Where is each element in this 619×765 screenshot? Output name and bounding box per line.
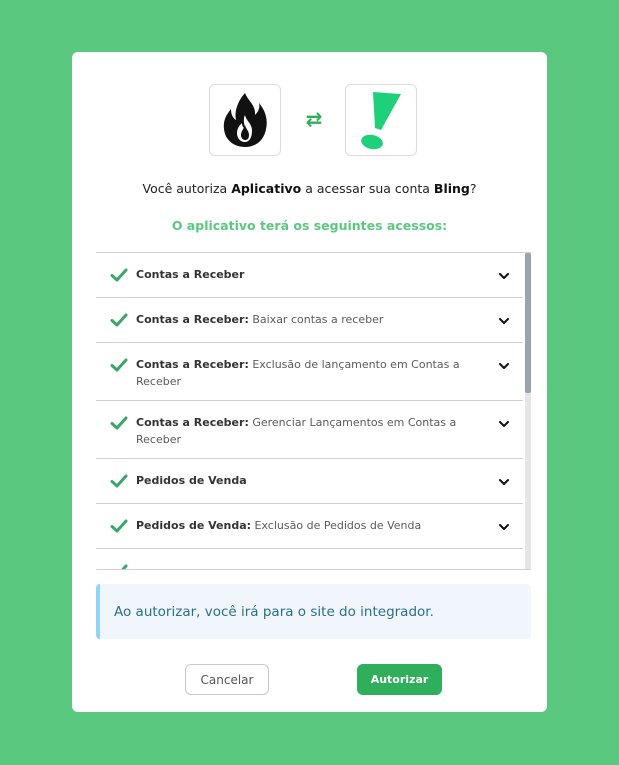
scrollbar[interactable]: [525, 253, 531, 569]
permission-item[interactable]: Pedidos de Venda: Exclusão de Pedidos de…: [96, 504, 523, 549]
authorize-button[interactable]: Autorizar: [357, 664, 442, 695]
permission-item[interactable]: [96, 549, 523, 570]
permission-text: Pedidos de Venda: Exclusão de Pedidos de…: [136, 517, 493, 534]
question-middle: a acessar sua conta: [301, 181, 434, 196]
permission-detail: Exclusão de Pedidos de Venda: [251, 519, 422, 532]
permission-detail: Baixar contas a receber: [248, 313, 384, 326]
chevron-down-icon[interactable]: [497, 359, 511, 373]
info-alert: Ao autorizar, você irá para o site do in…: [96, 584, 531, 639]
chevron-down-icon[interactable]: [497, 417, 511, 431]
cancel-button[interactable]: Cancelar: [185, 664, 269, 695]
question-prefix: Você autoriza: [142, 181, 232, 196]
question-suffix: ?: [469, 181, 477, 196]
authorization-question: Você autoriza Aplicativo a acessar sua c…: [72, 181, 547, 196]
app-logo: [209, 84, 281, 156]
exclamation-logo-icon: [361, 92, 401, 150]
account-name: Bling: [433, 181, 470, 196]
permission-title: Contas a Receber:: [136, 416, 249, 429]
permission-text: Contas a Receber: Baixar contas a recebe…: [136, 311, 493, 328]
permission-title: Pedidos de Venda:: [136, 519, 252, 532]
bling-logo: [345, 84, 417, 156]
permission-title: Pedidos de Venda: [136, 474, 247, 487]
scrollbar-thumb[interactable]: [525, 253, 531, 393]
info-message: Ao autorizar, você irá para o site do in…: [114, 603, 434, 620]
authorization-card: ⇄ Você autoriza Aplicativo a acessar sua…: [72, 52, 547, 712]
permission-text: Pedidos de Venda: [136, 472, 493, 489]
check-icon: [121, 564, 128, 569]
chevron-down-icon[interactable]: [497, 520, 511, 534]
permission-title: Contas a Receber:: [136, 358, 249, 371]
chevron-down-icon[interactable]: [497, 269, 511, 283]
check-icon: [110, 474, 128, 488]
permission-item[interactable]: Contas a Receber: Baixar contas a recebe…: [96, 298, 523, 343]
permissions-list-container[interactable]: Contas a Receber Contas a Receber: Baixar…: [96, 252, 531, 570]
permission-title: Contas a Receber:: [136, 313, 249, 326]
check-icon: [110, 268, 128, 282]
app-name: Aplicativo: [231, 181, 302, 196]
chevron-down-icon[interactable]: [497, 475, 511, 489]
permission-item[interactable]: Contas a Receber: Exclusão de lançamento…: [96, 343, 523, 401]
check-icon: [110, 416, 128, 430]
swap-arrows-icon: ⇄: [305, 107, 323, 131]
permission-title: Contas a Receber: [136, 268, 245, 281]
fire-icon: [223, 93, 267, 147]
permission-item[interactable]: Contas a Receber: [96, 253, 523, 298]
chevron-down-icon[interactable]: [497, 314, 511, 328]
check-icon: [110, 358, 128, 372]
permission-text: Contas a Receber: Gerenciar Lançamentos …: [136, 414, 493, 448]
permissions-subtitle: O aplicativo terá os seguintes acessos:: [171, 218, 448, 233]
permission-item[interactable]: Contas a Receber: Gerenciar Lançamentos …: [96, 401, 523, 459]
chevron-down-icon[interactable]: [497, 565, 511, 570]
permission-item[interactable]: Pedidos de Venda: [96, 459, 523, 504]
logos-row: ⇄: [72, 84, 547, 156]
permissions-list: Contas a Receber Contas a Receber: Baixar…: [96, 253, 523, 570]
permission-text: Contas a Receber: [136, 266, 493, 283]
check-icon: [110, 313, 128, 327]
permission-text: Contas a Receber: Exclusão de lançamento…: [136, 356, 493, 390]
check-icon: [110, 519, 128, 533]
